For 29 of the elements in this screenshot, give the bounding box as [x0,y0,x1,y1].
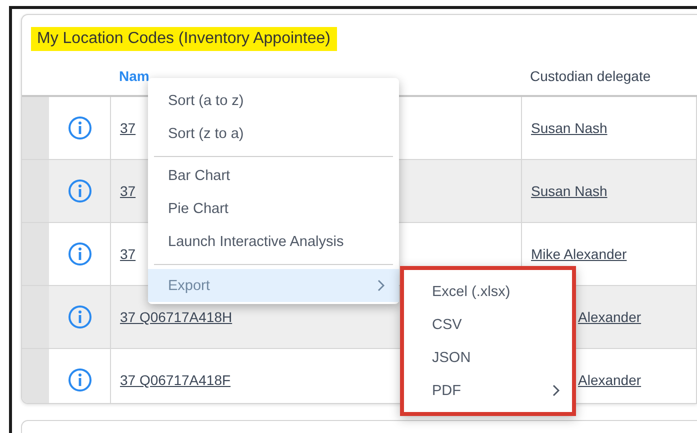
custodian-link[interactable]: Mike Alexander [531,246,627,262]
custodian-link[interactable]: Susan Nash [531,120,608,136]
menu-item[interactable]: CSV [404,308,572,341]
info-icon[interactable] [68,179,92,203]
info-icon[interactable] [68,116,92,140]
menu-item[interactable]: PDF [404,374,572,407]
menu-item[interactable]: Sort (z to a) [154,117,393,150]
info-icon[interactable] [68,242,92,266]
location-code-link[interactable]: 37 [120,120,136,136]
column-header[interactable]: Custodian delegate [522,68,697,84]
menu-item[interactable]: JSON [404,341,572,374]
custodian-link[interactable]: Alexander [578,309,642,325]
custodian-link[interactable]: Alexander [578,372,642,388]
location-code-link[interactable]: 37 Q06717A418H [120,309,232,325]
custodian-link[interactable]: Susan Nash [531,183,608,199]
menu-item[interactable]: Excel (.xlsx) [404,275,572,308]
info-icon[interactable] [68,368,92,392]
menu-item[interactable]: Sort (a to z) [154,84,393,117]
row-gutter [22,97,49,159]
location-code-link[interactable]: 37 Q06717A418F [120,372,231,388]
menu-item[interactable]: Pie Chart [154,192,393,225]
location-code-link[interactable]: 37 [120,246,136,262]
card-title: My Location Codes (Inventory Appointee) [31,27,336,51]
info-icon[interactable] [68,305,92,329]
location-code-link[interactable]: 37 [120,183,136,199]
chevron-icon [377,279,385,292]
menu-item[interactable]: Bar Chart [154,159,393,192]
menu-item[interactable]: Launch Interactive Analysis [154,225,393,258]
chevron-icon [552,384,560,397]
